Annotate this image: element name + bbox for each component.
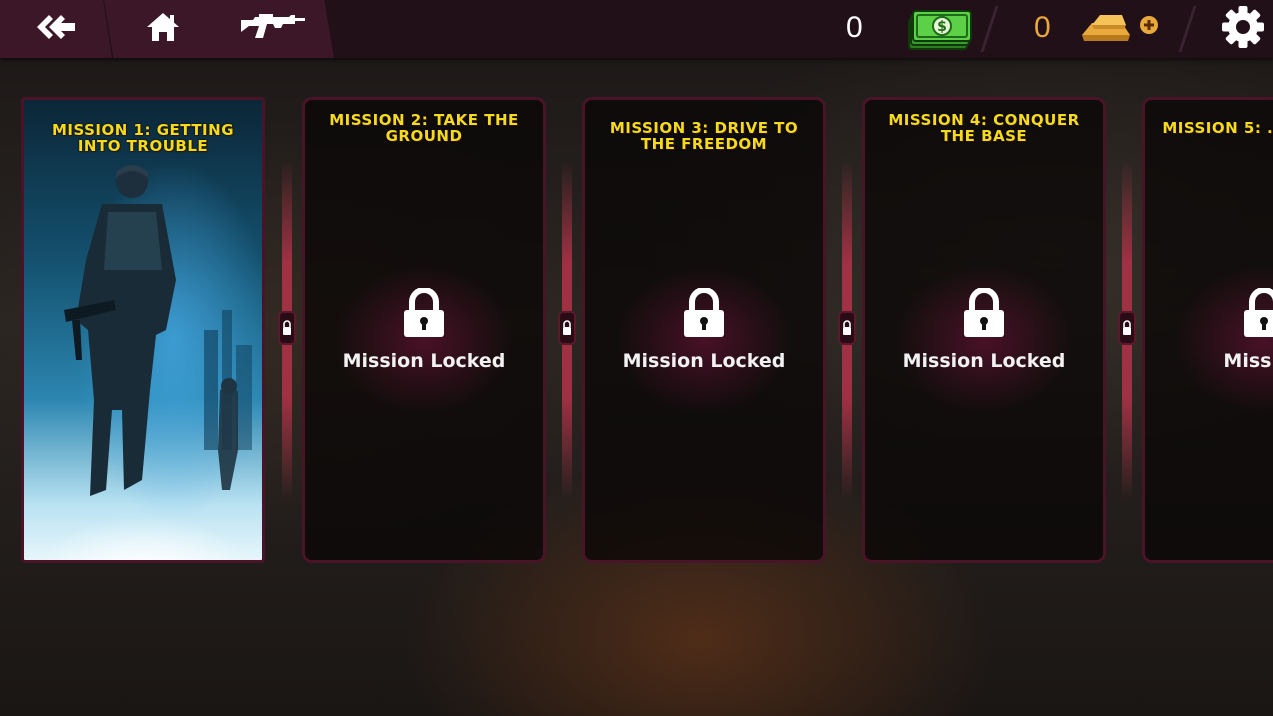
lock-icon — [1240, 287, 1273, 342]
back-arrow-icon — [35, 12, 77, 46]
mission-title: MISSION 5: ... THEM ... — [1162, 119, 1273, 137]
mission-card-5-clip: MISSION 5: ... THEM ... Mission — [1142, 97, 1273, 563]
mission-locked-label: Mission Locked — [902, 350, 1066, 372]
mission-locked-label: Mission Locked — [342, 350, 506, 372]
mission-card-5[interactable]: MISSION 5: ... THEM ... Mission — [1142, 97, 1273, 563]
cash-stack-icon: $ — [906, 8, 974, 52]
settings-button[interactable] — [1218, 5, 1268, 53]
add-gold-button[interactable] — [1138, 16, 1160, 38]
top-bar: 0 $ 0 — [0, 0, 1273, 58]
mission-card-4[interactable]: MISSION 4: CONQUER THE BASE Mission Lock… — [862, 97, 1106, 563]
mission-card-2[interactable]: MISSION 2: TAKE THE GROUND Mission Locke… — [302, 97, 546, 563]
plus-icon — [1139, 15, 1159, 39]
mission-title: MISSION 4: CONQUER THE BASE — [888, 111, 1080, 145]
mission-card-3[interactable]: MISSION 3: DRIVE TO THE FREEDOM Mission … — [582, 97, 826, 563]
gold-amount: 0 — [1034, 11, 1051, 44]
settings-divider — [1178, 6, 1197, 52]
currency-divider — [980, 6, 999, 52]
lock-icon — [680, 287, 728, 342]
mission-title: MISSION 3: DRIVE TO THE FREEDOM — [609, 119, 799, 153]
lock-icon — [960, 287, 1008, 342]
mission-card-1[interactable]: MISSION 1: GETTING INTO TROUBLE — [21, 97, 265, 563]
mission-locked-label: Mission — [1223, 350, 1273, 372]
gear-icon — [1220, 4, 1266, 54]
connector-lock-icon — [278, 311, 296, 345]
svg-text:$: $ — [937, 19, 947, 35]
mission-locked-label: Mission Locked — [622, 350, 786, 372]
home-button[interactable] — [104, 0, 222, 58]
home-icon — [145, 11, 181, 47]
soldier-artwork — [24, 160, 262, 560]
connector-lock-icon — [838, 311, 856, 345]
mission-title: MISSION 2: TAKE THE GROUND — [329, 111, 519, 145]
lock-icon — [400, 287, 448, 342]
cash-amount: 0 — [846, 11, 863, 44]
connector-lock-icon — [558, 311, 576, 345]
weapons-button[interactable] — [212, 0, 334, 58]
mission-title: MISSION 1: GETTING INTO TROUBLE — [51, 121, 235, 155]
connector-lock-icon — [1118, 311, 1136, 345]
back-button[interactable] — [0, 0, 112, 58]
gold-bars-icon — [1078, 10, 1134, 46]
rifle-icon — [239, 12, 307, 46]
